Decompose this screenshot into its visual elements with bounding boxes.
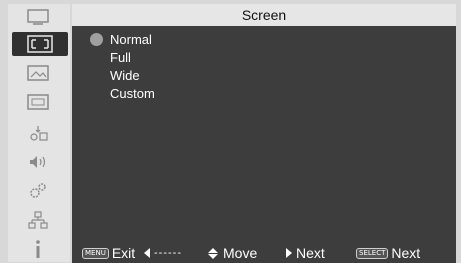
back-dashes: ------: [154, 247, 182, 259]
selected-bullet-icon: [90, 32, 103, 46]
option-label: Full: [110, 49, 131, 65]
select-key-icon: SELECT: [356, 247, 389, 259]
help-select-next: SELECT Next: [356, 245, 420, 261]
help-next: Next: [286, 245, 325, 261]
sidebar-item-sound[interactable]: [20, 151, 56, 173]
up-down-arrows-icon: [208, 247, 218, 259]
picture-icon: [27, 65, 49, 81]
help-exit: MENU Exit: [82, 245, 135, 261]
sidebar-item-screen[interactable]: [12, 32, 68, 56]
option-label: Custom: [110, 85, 155, 101]
move-label: Move: [223, 245, 258, 261]
exit-label: Exit: [111, 245, 136, 261]
option-wide[interactable]: Wide: [90, 66, 140, 84]
arrow-right-icon: [286, 248, 292, 258]
network-icon: [27, 211, 49, 229]
sidebar-item-gear[interactable]: [20, 180, 56, 202]
osd-menu: Screen Normal Full Wide Custom MENU Exit…: [0, 0, 461, 263]
sidebar-item-setting[interactable]: [20, 122, 56, 144]
help-back: ------: [144, 245, 182, 261]
page-title: Screen: [241, 7, 287, 23]
sound-icon: [27, 153, 49, 171]
display-icon: [27, 9, 49, 25]
sidebar-item-image-adjust[interactable]: [20, 91, 56, 113]
arrow-left-icon: [144, 248, 150, 258]
help-move: Move: [208, 245, 257, 261]
option-label: Normal: [110, 31, 152, 47]
title-bar: Screen: [72, 4, 456, 26]
option-full[interactable]: Full: [90, 48, 131, 66]
main-panel: Normal Full Wide Custom: [72, 26, 456, 242]
help-bar: MENU Exit ------ Move Next SELECT Next: [72, 242, 456, 263]
sidebar-item-picture[interactable]: [20, 62, 56, 84]
gear-icon: [27, 182, 49, 200]
info-icon: [27, 239, 49, 259]
sidebar: [8, 4, 70, 262]
setting-icon: [27, 124, 49, 142]
select-next-label: Next: [391, 245, 421, 261]
option-label: Wide: [110, 67, 140, 83]
option-custom[interactable]: Custom: [90, 84, 155, 102]
screen-icon: [27, 35, 53, 53]
sidebar-item-info[interactable]: [20, 238, 56, 260]
next-label: Next: [296, 245, 325, 261]
sidebar-item-network[interactable]: [20, 209, 56, 231]
menu-key-icon: MENU: [82, 247, 109, 259]
image-adjust-icon: [27, 94, 49, 110]
sidebar-item-display[interactable]: [20, 6, 56, 28]
option-normal[interactable]: Normal: [90, 30, 152, 48]
